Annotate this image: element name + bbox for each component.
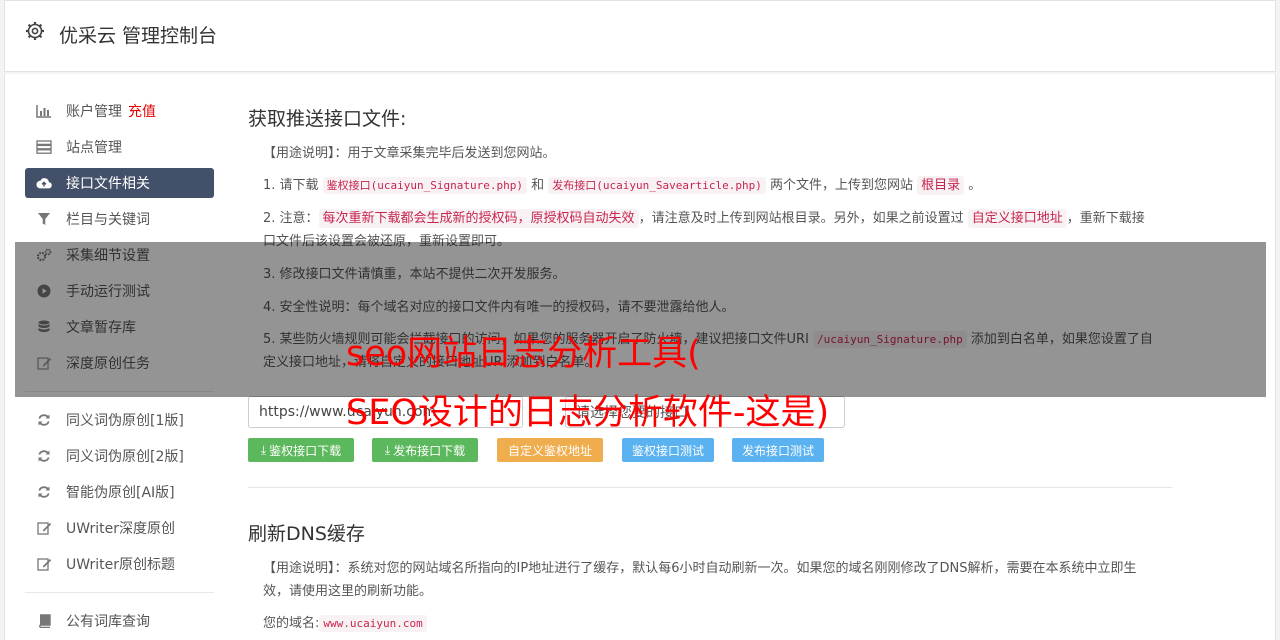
refresh-icon (36, 412, 52, 428)
custom-addr-button[interactable]: 自定义鉴权地址 (497, 438, 603, 462)
text: 两个文件，上传到您网站 (765, 178, 918, 193)
sidebar-item-sites[interactable]: 站点管理 (25, 132, 214, 162)
watermark-line-1: seo网站日志分析工具( (346, 334, 701, 374)
sidebar-item-synonym-v1[interactable]: 同义词伪原创[1版] (25, 405, 214, 435)
usage-label: 【用途说明】 (263, 146, 335, 161)
sidebar-item-label: 智能伪原创[AI版] (66, 485, 175, 501)
text: ，请注意及时上传到网站根目录。另外，如果之前设置过 (638, 211, 968, 226)
sidebar-item-synonym-v2[interactable]: 同义词伪原创[2版] (25, 441, 214, 471)
bar-chart-icon (36, 103, 52, 119)
section-title-push-files: 获取推送接口文件: (248, 108, 407, 130)
sidebar-item-label: UWriter深度原创 (66, 521, 175, 537)
domain-label: 您的域名: (263, 616, 320, 631)
sidebar-item-label: 栏目与关键词 (66, 212, 150, 228)
top-bar: 优采云 管理控制台 (4, 0, 1276, 72)
download-icon: ⤓ (384, 442, 391, 457)
sig-file-link[interactable]: 鉴权接口(ucaiyun_Signature.php) (322, 177, 527, 194)
sidebar-item-label: 站点管理 (66, 140, 122, 156)
pub-test-button[interactable]: 发布接口测试 (732, 438, 824, 462)
root-dir-label: 根目录 (917, 176, 965, 195)
server-icon (36, 139, 52, 155)
custom-addr-highlight: 自定义接口地址 (967, 209, 1067, 228)
pub-file-link[interactable]: 发布接口(ucaiyun_Savearticle.php) (548, 177, 766, 194)
filter-icon (36, 211, 52, 227)
app-title: 优采云 管理控制台 (59, 25, 218, 47)
button-label: 鉴权接口测试 (631, 443, 704, 458)
button-label: 发布接口测试 (741, 443, 814, 458)
usage-note: 【用途说明】：用于文章采集完毕后发送到您网站。 (263, 142, 1153, 165)
sidebar-item-interface-files[interactable]: 接口文件相关 (25, 168, 214, 198)
button-label: 发布接口下载 (393, 443, 466, 458)
sidebar-item-ai-original[interactable]: 智能伪原创[AI版] (25, 477, 214, 507)
usage-text: ：系统对您的网站域名所指向的IP地址进行了缓存，默认每6小时自动刷新一次。如果您… (263, 561, 1137, 599)
edit-icon (36, 520, 52, 536)
pub-download-button[interactable]: ⤓ 发布接口下载 (372, 438, 478, 462)
recharge-link[interactable]: 充值 (128, 101, 156, 121)
sidebar-item-label: 同义词伪原创[1版] (66, 413, 184, 429)
watermark-line-2: SEO设计的日志分析软件-这是) (346, 393, 830, 433)
text: 。 (964, 178, 982, 193)
gear-icon (26, 22, 44, 40)
book-icon (36, 613, 52, 629)
sidebar-item-label: 同义词伪原创[2版] (66, 449, 184, 465)
text: 和 (527, 178, 549, 193)
sidebar-item-label: UWriter原创标题 (66, 557, 175, 573)
sidebar-item-label: 公有词库查询 (66, 614, 150, 630)
sidebar-item-label: 接口文件相关 (66, 176, 150, 192)
warning-highlight: 每次重新下载都会生成新的授权码，原授权码自动失效 (318, 209, 639, 228)
domain-row: 您的域名: www.ucaiyun.com (263, 612, 1153, 635)
sidebar-item-account[interactable]: 账户管理 充值 (25, 96, 214, 126)
dns-usage-note: 【用途说明】：系统对您的网站域名所指向的IP地址进行了缓存，默认每6小时自动刷新… (263, 557, 1153, 603)
sig-download-button[interactable]: ⤓ 鉴权接口下载 (248, 438, 354, 462)
sig-test-button[interactable]: 鉴权接口测试 (622, 438, 714, 462)
section-divider (248, 487, 1172, 488)
sidebar-item-columns-keywords[interactable]: 栏目与关键词 (25, 204, 214, 234)
sidebar-item-label: 账户管理 (66, 104, 122, 120)
refresh-icon (36, 448, 52, 464)
instruction-1: 1. 请下载 鉴权接口(ucaiyun_Signature.php) 和 发布接… (263, 174, 1153, 197)
section-title-dns: 刷新DNS缓存 (248, 523, 365, 545)
usage-label: 【用途说明】 (263, 561, 335, 576)
text: 1. 请下载 (263, 178, 323, 193)
sidebar-item-uwriter-title[interactable]: UWriter原创标题 (25, 549, 214, 579)
edit-icon (36, 556, 52, 572)
cloud-upload-icon (36, 175, 52, 191)
sidebar-item-public-lexicon[interactable]: 公有词库查询 (25, 606, 214, 636)
button-label: 自定义鉴权地址 (507, 443, 592, 458)
download-icon: ⤓ (260, 442, 267, 457)
usage-text: ：用于文章采集完毕后发送到您网站。 (334, 146, 556, 161)
domain-value: www.ucaiyun.com (319, 615, 427, 632)
text: 2. 注意： (263, 211, 319, 226)
refresh-icon (36, 484, 52, 500)
button-label: 鉴权接口下载 (269, 443, 342, 458)
sidebar-divider (25, 592, 214, 593)
sidebar-item-uwriter-original[interactable]: UWriter深度原创 (25, 513, 214, 543)
